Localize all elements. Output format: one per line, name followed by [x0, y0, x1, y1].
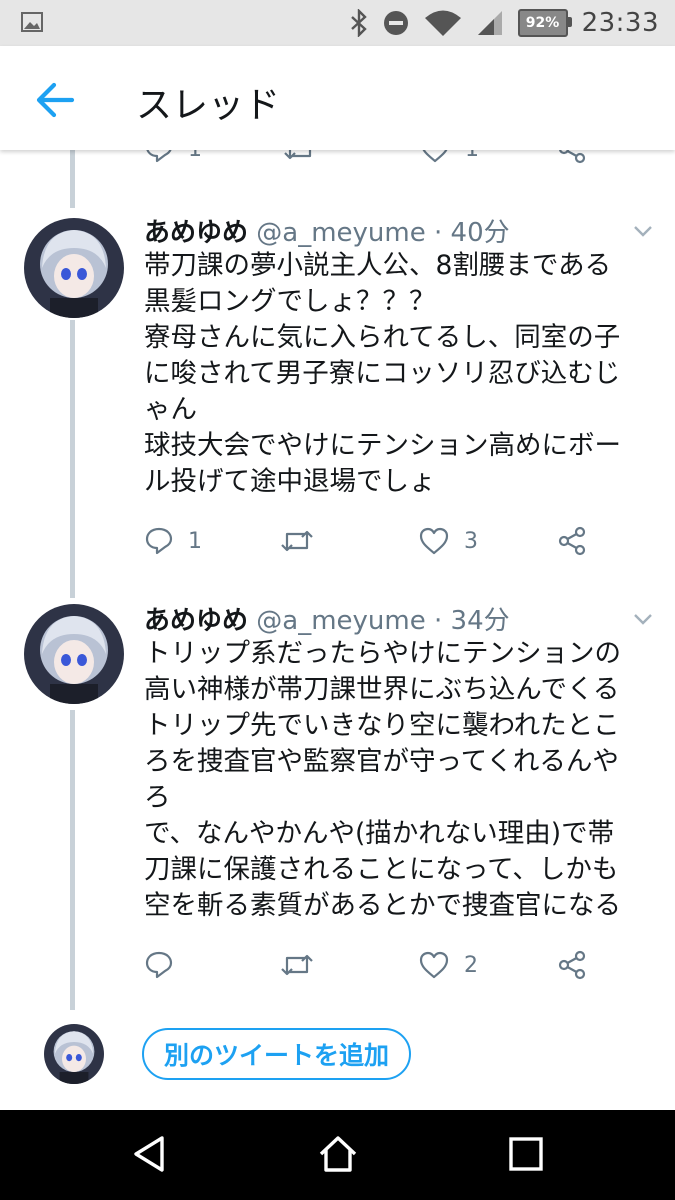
back-triangle-icon[interactable]	[128, 1132, 172, 1176]
share-icon	[558, 526, 586, 556]
arrow-left-icon[interactable]	[32, 80, 78, 120]
tweet-line: 高い神様が帯刀課世界にぶち込んでくる	[144, 674, 620, 705]
do-not-disturb-icon	[383, 11, 408, 35]
user-avatar-image	[24, 218, 124, 318]
heart-icon	[419, 951, 449, 979]
tweet-line: で、なんやかんや(描かれない理由)で帯	[144, 818, 615, 849]
retweet-icon	[284, 150, 312, 160]
avatar[interactable]	[44, 1024, 104, 1084]
status-bar: 92% 23:33	[0, 0, 675, 46]
signal-icon	[477, 11, 502, 35]
previous-tweet-actions: 1 1	[0, 150, 675, 174]
tweet-line: トリップ系だったらやけにテンションの	[144, 638, 621, 669]
retweet-button[interactable]	[280, 950, 328, 980]
reply-count: 1	[188, 528, 202, 554]
like-button[interactable]: 2	[418, 950, 478, 980]
tweet-actions: 1 3	[0, 526, 675, 566]
page-title: スレッド	[136, 85, 281, 126]
retweet-icon	[281, 530, 313, 552]
user-avatar-image	[24, 604, 124, 704]
like-button[interactable]: 3	[418, 526, 478, 556]
user-handle[interactable]: @a_meyume	[256, 606, 425, 636]
retweet-button[interactable]	[283, 150, 317, 164]
like-count: 1	[465, 150, 479, 162]
retweet-icon	[281, 954, 313, 976]
tweet-line: 球技大会でやけにテンション高めにボー	[144, 430, 621, 461]
tweet-actions: 2	[0, 950, 675, 990]
tweet-line: 刀課に保護されることになって、しかも	[144, 854, 619, 885]
avatar[interactable]	[24, 218, 124, 318]
tweet-line: 帯刀課の夢小説主人公、8割腰まである	[144, 250, 612, 281]
tweet-line: ろ	[144, 782, 171, 813]
tweet-line: ル投げて途中退場でしょ	[144, 466, 436, 497]
heart-icon	[419, 527, 449, 555]
home-icon[interactable]	[316, 1132, 360, 1176]
reply-icon	[145, 527, 173, 555]
tweet-header: あめゆめ @a_meyume · 40分	[144, 212, 510, 249]
chevron-down-icon[interactable]	[633, 612, 653, 626]
reply-icon	[145, 951, 173, 979]
battery-level: 92%	[525, 15, 560, 31]
display-name[interactable]: あめゆめ	[144, 218, 248, 248]
battery-icon: 92%	[517, 9, 572, 37]
reply-bar: 別のツイートを追加	[0, 1024, 675, 1110]
image-icon	[21, 12, 43, 32]
tweet-text: トリップ系だったらやけにテンションの 高い神様が帯刀課世界にぶち込んでくる トリ…	[144, 636, 654, 924]
tweet-line: に唆されて男子寮にコッソリ忍び込むじ	[144, 358, 621, 389]
system-nav-bar	[0, 1110, 675, 1200]
app-header: スレッド	[0, 46, 675, 150]
tweet-time: · 34分	[434, 606, 510, 636]
reply-icon	[146, 150, 172, 163]
share-button[interactable]	[557, 950, 587, 980]
user-handle[interactable]: @a_meyume	[256, 218, 425, 248]
reply-button[interactable]	[144, 950, 188, 980]
bluetooth-icon	[350, 9, 367, 37]
retweet-button[interactable]	[280, 526, 328, 556]
like-count: 3	[464, 528, 478, 554]
chevron-down-icon[interactable]	[633, 224, 653, 238]
display-name[interactable]: あめゆめ	[144, 606, 248, 636]
tweet-line: 寮母さんに気に入られてるし、同室の子	[144, 322, 621, 353]
share-button[interactable]	[557, 526, 587, 556]
tweet-line: ゃん	[144, 394, 197, 425]
wifi-icon	[424, 10, 461, 36]
share-icon	[558, 950, 586, 980]
user-avatar-image	[44, 1024, 104, 1084]
heart-icon	[422, 150, 448, 163]
like-button[interactable]: 1	[419, 150, 479, 164]
clock: 23:33	[581, 8, 659, 38]
share-icon	[559, 150, 586, 164]
tweet-line: ろを捜査官や監察官が守ってくれるんや	[144, 746, 619, 777]
thread[interactable]: 1 1	[0, 150, 675, 1110]
add-tweet-button[interactable]: 別のツイートを追加	[142, 1028, 412, 1080]
tweet-line: 黒髪ロングでしょ？？？	[144, 286, 436, 317]
recent-apps-icon[interactable]	[504, 1132, 548, 1176]
share-button[interactable]	[557, 150, 587, 164]
avatar[interactable]	[24, 604, 124, 704]
tweet-header: あめゆめ @a_meyume · 34分	[144, 600, 510, 637]
tweet-text: 帯刀課の夢小説主人公、8割腰まである 黒髪ロングでしょ？？？ 寮母さんに気に入ら…	[144, 248, 654, 500]
like-count: 2	[464, 952, 478, 978]
reply-button[interactable]: 1	[144, 526, 202, 556]
tweet-line: トリップ先でいきなり空に襲われたとこ	[144, 710, 620, 741]
tweet-time: · 40分	[434, 218, 510, 248]
reply-button[interactable]: 1	[144, 150, 202, 164]
reply-count: 1	[188, 150, 202, 162]
tweet-line: 空を斬る素質があるとかで捜査官になる	[144, 890, 621, 921]
